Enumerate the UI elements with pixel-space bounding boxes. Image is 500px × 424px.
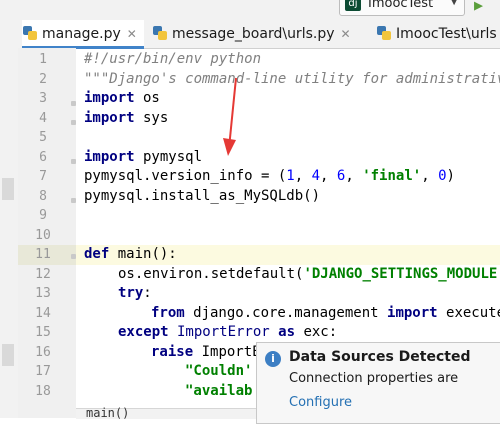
notification-title: Data Sources Detected [289,349,471,365]
arrow-shaft [228,77,237,149]
breadcrumb[interactable]: main() [76,406,256,420]
configure-link[interactable]: Configure [289,395,352,410]
notification-body: Connection properties are [289,371,459,386]
arrow-head [223,138,236,156]
info-icon: i [265,351,281,367]
data-sources-notification[interactable]: i Data Sources Detected Connection prope… [256,342,500,424]
